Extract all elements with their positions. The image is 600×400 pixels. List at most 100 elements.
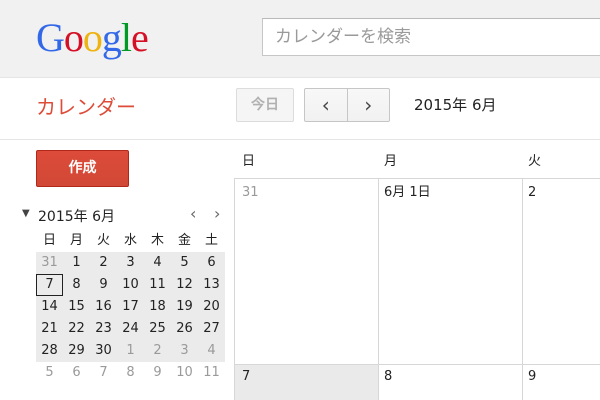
mini-calendar-day[interactable]: 17: [117, 296, 144, 318]
month-grid: 31 6月 1日 2 7 8 9: [234, 178, 600, 400]
mini-calendar-day[interactable]: 25: [144, 318, 171, 340]
mini-calendar-day[interactable]: 6: [198, 252, 225, 274]
mini-calendar-day[interactable]: 8: [63, 274, 90, 296]
top-bar: Google カレンダーを検索: [0, 0, 600, 78]
mini-calendar-day[interactable]: 12: [171, 274, 198, 296]
mini-calendar-day[interactable]: 5: [36, 362, 63, 384]
mini-calendar-day[interactable]: 20: [198, 296, 225, 318]
mini-calendar-week: 5 6 7 8 9 10 11: [36, 362, 228, 384]
period-navigation: ‹ ›: [304, 88, 390, 122]
mini-calendar-prev-icon[interactable]: ‹: [190, 204, 196, 223]
mini-calendar-day[interactable]: 23: [90, 318, 117, 340]
weekday-header-mon: 月: [384, 154, 398, 169]
weekday-header-sun: 日: [242, 154, 256, 169]
mini-calendar-week: 21 22 23 24 25 26 27: [36, 318, 228, 340]
mini-calendar-day[interactable]: 10: [171, 362, 198, 384]
logo-letter: g: [101, 15, 122, 60]
mini-calendar-day[interactable]: 7: [90, 362, 117, 384]
mini-calendar-weekday: 金: [177, 233, 191, 248]
previous-period-button[interactable]: ‹: [305, 89, 347, 121]
weekday-header-row: 日 月 火: [234, 140, 600, 178]
google-logo[interactable]: Google: [36, 14, 149, 62]
mini-calendar-week: 28 29 30 1 2 3 4: [36, 340, 228, 362]
mini-calendar-day[interactable]: 18: [144, 296, 171, 318]
mini-calendar-day[interactable]: 11: [144, 274, 171, 296]
create-event-button[interactable]: 作成: [36, 150, 129, 187]
mini-calendar-day[interactable]: 14: [36, 296, 63, 318]
day-cell-jun-2[interactable]: 2: [522, 179, 600, 364]
next-period-button[interactable]: ›: [346, 89, 390, 121]
mini-calendar-day[interactable]: 15: [63, 296, 90, 318]
mini-calendar-weekday: 月: [69, 233, 83, 248]
mini-calendar-day[interactable]: 9: [90, 274, 117, 296]
mini-calendar-weekday: 火: [96, 233, 110, 248]
mini-calendar-grid: 日月火水木金土 31 1 2 3 4 5 6 7 8 9 10 11 12 13 14 15 16 17 18 19 20…: [36, 230, 228, 384]
mini-calendar-day[interactable]: 13: [198, 274, 225, 296]
mini-calendar-weekday: 日: [42, 233, 56, 248]
mini-calendar-day[interactable]: 21: [36, 318, 63, 340]
mini-calendar-week: 7 8 9 10 11 12 13: [36, 274, 228, 296]
mini-calendar-week: 14 15 16 17 18 19 20: [36, 296, 228, 318]
mini-calendar-day[interactable]: 4: [198, 340, 225, 362]
logo-letter: G: [36, 15, 65, 60]
mini-calendar-day[interactable]: 2: [90, 252, 117, 274]
mini-calendar-day[interactable]: 26: [171, 318, 198, 340]
mini-calendar-next-icon[interactable]: ›: [214, 204, 220, 223]
mini-calendar-week: 31 1 2 3 4 5 6: [36, 252, 228, 274]
mini-calendar-day[interactable]: 16: [90, 296, 117, 318]
mini-calendar-day[interactable]: 5: [171, 252, 198, 274]
calendar-toolbar: カレンダー 今日 ‹ › 2015年 6月: [0, 78, 600, 140]
day-cell-may-31[interactable]: 31: [234, 179, 378, 364]
mini-calendar-day[interactable]: 11: [198, 362, 225, 384]
app-title[interactable]: カレンダー: [36, 94, 136, 120]
mini-calendar-weekday: 土: [204, 233, 218, 248]
today-button[interactable]: 今日: [236, 88, 294, 122]
mini-calendar-weekday-row: 日月火水木金土: [36, 230, 228, 252]
mini-calendar-weekday: 木: [150, 233, 164, 248]
day-cell-jun-8[interactable]: 8: [378, 365, 522, 400]
mini-calendar-day[interactable]: 30: [90, 340, 117, 362]
mini-calendar-day[interactable]: 3: [117, 252, 144, 274]
mini-calendar-day[interactable]: 7: [36, 274, 63, 296]
day-cell-jun-9[interactable]: 9: [522, 365, 600, 400]
grid-divider: [378, 179, 379, 400]
mini-calendar-day[interactable]: 9: [144, 362, 171, 384]
mini-calendar-day[interactable]: 22: [63, 318, 90, 340]
weekday-header-tue: 火: [528, 154, 542, 169]
logo-letter: o: [82, 15, 103, 60]
mini-calendar-day[interactable]: 19: [171, 296, 198, 318]
mini-calendar-day[interactable]: 2: [144, 340, 171, 362]
mini-calendar-day[interactable]: 1: [117, 340, 144, 362]
mini-calendar-day[interactable]: 31: [36, 252, 63, 274]
day-cell-jun-1[interactable]: 6月 1日: [378, 179, 522, 364]
mini-calendar-header: ▼ 2015年 6月 ‹ ›: [22, 204, 232, 226]
mini-calendar-day[interactable]: 24: [117, 318, 144, 340]
day-number: 6月 1日: [384, 185, 431, 200]
collapse-triangle-icon[interactable]: ▼: [22, 208, 30, 219]
mini-calendar-day[interactable]: 8: [117, 362, 144, 384]
search-input[interactable]: カレンダーを検索: [262, 18, 600, 56]
day-number: 7: [242, 369, 251, 384]
mini-calendar-day[interactable]: 1: [63, 252, 90, 274]
day-number: 8: [384, 369, 393, 384]
mini-calendar-day[interactable]: 10: [117, 274, 144, 296]
day-cell-jun-7-today[interactable]: 7: [234, 365, 378, 400]
grid-divider: [234, 179, 235, 400]
logo-letter: l: [120, 15, 132, 60]
mini-calendar-title[interactable]: 2015年 6月: [38, 206, 115, 226]
mini-calendar-day[interactable]: 4: [144, 252, 171, 274]
mini-calendar-day[interactable]: 6: [63, 362, 90, 384]
mini-calendar-day[interactable]: 27: [198, 318, 225, 340]
grid-divider: [522, 179, 523, 400]
day-number: 2: [528, 185, 537, 200]
day-number: 31: [242, 185, 259, 200]
logo-letter: o: [63, 15, 84, 60]
mini-calendar-weekday: 水: [123, 233, 137, 248]
mini-calendar-day[interactable]: 29: [63, 340, 90, 362]
day-number: 9: [528, 369, 537, 384]
mini-calendar-day[interactable]: 3: [171, 340, 198, 362]
current-period-label: 2015年 6月: [414, 96, 497, 114]
grid-divider: [234, 364, 600, 365]
mini-calendar-day[interactable]: 28: [36, 340, 63, 362]
logo-letter: e: [131, 15, 149, 60]
